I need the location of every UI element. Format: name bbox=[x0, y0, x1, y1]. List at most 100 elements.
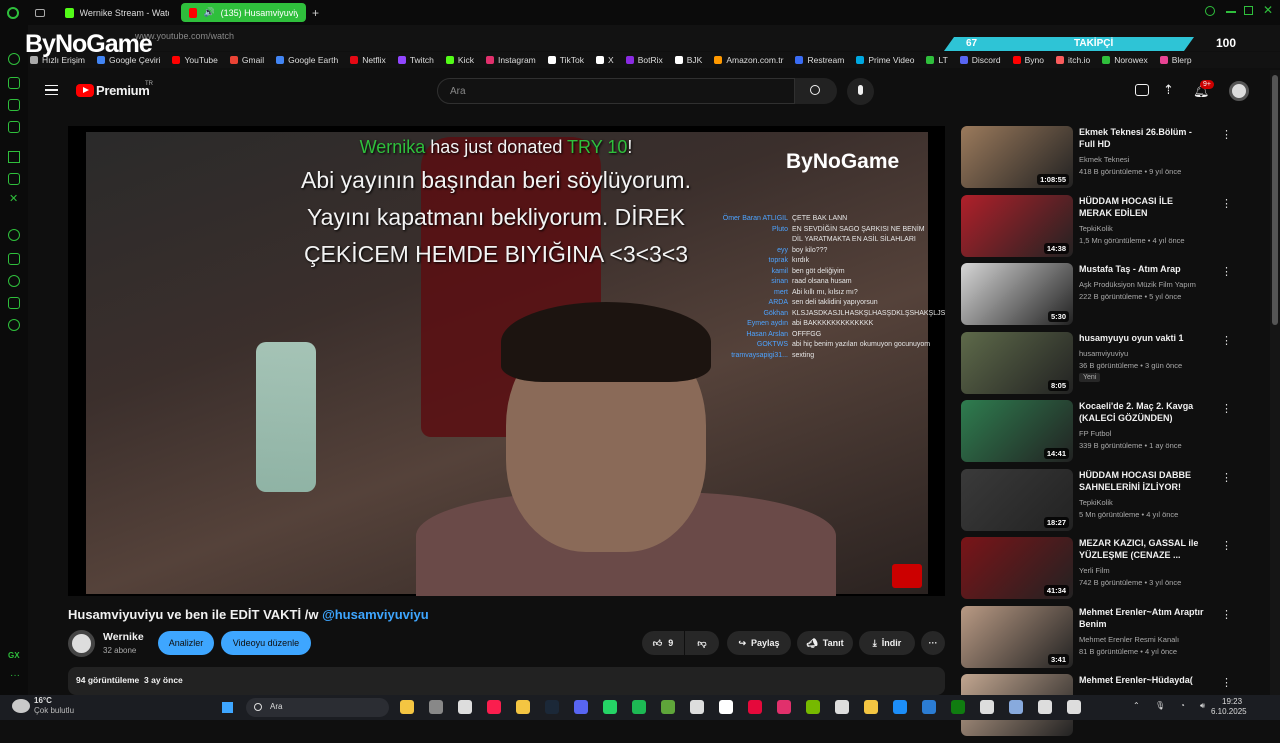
sidebar-instagram-icon[interactable] bbox=[8, 99, 20, 111]
more-options-icon[interactable]: ⋮ bbox=[1221, 265, 1232, 278]
channel-avatar[interactable] bbox=[68, 630, 95, 657]
bookmark-norowex[interactable]: Norowex bbox=[1102, 55, 1148, 65]
more-options-icon[interactable]: ⋮ bbox=[1221, 197, 1232, 210]
tray-chevron-icon[interactable]: ⌃ bbox=[1133, 701, 1140, 710]
recommended-channel[interactable]: Aşk Prodüksiyon Müzik Film Yapım bbox=[1079, 280, 1196, 289]
like-button[interactable]: 👍︎ 9 bbox=[642, 631, 684, 655]
recommended-channel[interactable]: Yerli Film bbox=[1079, 566, 1110, 575]
recommended-channel[interactable]: Ekmek Teknesi bbox=[1079, 155, 1129, 164]
sidebar-x-icon[interactable]: ✕ bbox=[9, 192, 18, 205]
description-box[interactable]: 94 görüntüleme 3 ay önce bbox=[68, 667, 945, 695]
recommended-video[interactable]: 3:41 Mehmet Erenler~Atım Araptır Benim Meh… bbox=[961, 605, 1241, 675]
chatgpt-icon[interactable] bbox=[980, 700, 994, 714]
more-options-icon[interactable]: ⋮ bbox=[1221, 128, 1232, 141]
recommended-title[interactable]: HÜDDAM HOCASI İLE MERAK EDİLEN KONULARDA… bbox=[1079, 195, 1207, 220]
obs-icon[interactable] bbox=[690, 700, 704, 714]
recommended-title[interactable]: Ekmek Teknesi 26.Bölüm - Full HD bbox=[1079, 126, 1207, 150]
recommended-channel[interactable]: TepkiKolik bbox=[1079, 498, 1113, 507]
upload-icon[interactable]: ⇡ bbox=[1163, 82, 1174, 98]
hamburger-menu-icon[interactable] bbox=[45, 85, 58, 95]
edit-video-button[interactable]: Videoyu düzenle bbox=[221, 631, 311, 655]
sidebar-aria-icon[interactable] bbox=[8, 53, 20, 65]
app-teal-icon[interactable] bbox=[922, 700, 936, 714]
tab-youtube-active[interactable]: 🔊 (135) Husamviyuviyu... bbox=[181, 3, 306, 22]
bookmark-itch-io[interactable]: itch.io bbox=[1055, 55, 1090, 65]
analytics-button[interactable]: Analizler bbox=[158, 631, 214, 655]
tray-mic-icon[interactable]: 🎙︎ bbox=[1155, 701, 1165, 710]
recommended-video[interactable]: 1:08:55 Ekmek Teknesi 26.Bölüm - Full HD E… bbox=[961, 126, 1241, 195]
mention-link[interactable]: @husamviyuviyu bbox=[322, 607, 429, 622]
minecraft-icon[interactable] bbox=[661, 700, 675, 714]
video-thumbnail[interactable]: 3:41 bbox=[961, 605, 1073, 668]
bookmark-restream[interactable]: Restream bbox=[795, 55, 844, 65]
sidebar-more-icon[interactable]: ··· bbox=[10, 670, 20, 681]
more-options-icon[interactable]: ⋮ bbox=[1221, 402, 1232, 415]
sidebar-box-icon[interactable] bbox=[8, 297, 20, 309]
tray-volume-icon[interactable]: 🔊︎ bbox=[1200, 701, 1205, 711]
recommended-video[interactable]: 14:38 HÜDDAM HOCASI İLE MERAK EDİLEN KONU… bbox=[961, 194, 1241, 264]
recommended-channel[interactable]: Mehmet Erenler Resmi Kanalı bbox=[1079, 635, 1179, 644]
nvidia-icon[interactable] bbox=[806, 700, 820, 714]
bookmark-instagram[interactable]: Instagram bbox=[485, 55, 536, 65]
capcut2-icon[interactable] bbox=[1067, 700, 1081, 714]
video-player[interactable]: Wernika has just donated TRY 10! Abi yay… bbox=[68, 126, 945, 596]
sidebar-image-icon[interactable] bbox=[8, 121, 20, 133]
sidebar-heart-icon[interactable] bbox=[8, 253, 20, 265]
more-options-icon[interactable]: ⋮ bbox=[1221, 676, 1232, 689]
bookmark-botrix[interactable]: BotRix bbox=[625, 55, 663, 65]
app-yellow-icon[interactable] bbox=[864, 700, 878, 714]
video-frame[interactable]: Wernika has just donated TRY 10! Abi yay… bbox=[86, 132, 945, 596]
opera-gx-icon[interactable] bbox=[487, 700, 501, 714]
recommended-title[interactable]: husamyuyu oyun vakti 1 bbox=[1079, 332, 1207, 344]
recommended-title[interactable]: Mustafa Taş - Atım Arap bbox=[1079, 263, 1207, 275]
more-actions-button[interactable]: ··· bbox=[921, 631, 945, 655]
bookmark-blerp[interactable]: Blerp bbox=[1159, 55, 1192, 65]
tray-network-icon[interactable]: ◔ bbox=[1180, 701, 1185, 710]
video-thumbnail[interactable]: 18:27 bbox=[961, 468, 1073, 531]
recommended-title[interactable]: Mehmet Erenler~Atım Araptır Benim bbox=[1079, 606, 1207, 630]
create-icon[interactable] bbox=[1135, 84, 1149, 96]
clock-time[interactable]: 19:23 bbox=[1222, 697, 1242, 706]
youtube-logo-icon[interactable] bbox=[76, 84, 94, 97]
bookmark-gmail[interactable]: Gmail bbox=[229, 55, 264, 65]
minimize-button[interactable] bbox=[1226, 11, 1236, 13]
bookmark-youtube[interactable]: YouTube bbox=[172, 55, 218, 65]
bookmark-tiktok[interactable]: TikTok bbox=[547, 55, 584, 65]
weather-icon[interactable] bbox=[12, 699, 30, 713]
share-button[interactable]: ↪ Paylaş bbox=[727, 631, 791, 655]
recommended-title[interactable]: HÜDDAM HOCASI DABBE SAHNELERİNİ İZLİYOR! bbox=[1079, 469, 1207, 493]
epic-icon[interactable] bbox=[835, 700, 849, 714]
discord-icon[interactable] bbox=[574, 700, 588, 714]
bookmark-amazon-com-tr[interactable]: Amazon.com.tr bbox=[714, 55, 783, 65]
more-options-icon[interactable]: ⋮ bbox=[1221, 539, 1232, 552]
bookmark-twitch[interactable]: Twitch bbox=[397, 55, 434, 65]
recommended-title[interactable]: Kocaeli'de 2. Maç 2. Kavga (KALECİ GÖZÜN… bbox=[1079, 400, 1207, 424]
youtube-premium-logo[interactable]: Premium bbox=[96, 83, 150, 98]
clock-date[interactable]: 6.10.2025 bbox=[1211, 707, 1247, 716]
bookmark-x[interactable]: X bbox=[596, 55, 614, 65]
recommended-video[interactable]: 14:41 Kocaeli'de 2. Maç 2. Kavga (KALECİ … bbox=[961, 400, 1241, 469]
recommended-video[interactable]: 41:34 MEZAR KAZICI, GASSAL ile YÜZLEŞME (… bbox=[961, 537, 1241, 606]
download-button[interactable]: ⤓ İndir bbox=[859, 631, 915, 655]
bookmark-kick[interactable]: Kick bbox=[445, 55, 474, 65]
recommended-channel[interactable]: TepkiKolik bbox=[1079, 224, 1113, 233]
bookmark-prime-video[interactable]: Prime Video bbox=[856, 55, 914, 65]
tab-manager-icon[interactable] bbox=[35, 8, 45, 17]
recommended-title[interactable]: Mehmet Erenler~Hüdayda( bbox=[1079, 674, 1207, 686]
store-icon[interactable] bbox=[458, 700, 472, 714]
search-input[interactable]: Ara bbox=[437, 78, 795, 104]
copilot-icon[interactable] bbox=[1009, 700, 1023, 714]
bookmark-google-earth[interactable]: Google Earth bbox=[276, 55, 338, 65]
more-options-icon[interactable]: ⋮ bbox=[1221, 471, 1232, 484]
tab-wernike-stream[interactable]: Wernike Stream - Watch L bbox=[57, 3, 177, 22]
capcut-icon[interactable] bbox=[719, 700, 733, 714]
scrollbar-thumb[interactable] bbox=[1272, 75, 1278, 325]
file-explorer-icon[interactable] bbox=[400, 700, 414, 714]
recommended-video[interactable]: 18:27 HÜDDAM HOCASI DABBE SAHNELERİNİ İZL… bbox=[961, 468, 1241, 538]
terminal-icon[interactable] bbox=[1038, 700, 1052, 714]
page-scrollbar[interactable] bbox=[1270, 70, 1280, 695]
sidebar-home-icon[interactable] bbox=[8, 151, 20, 163]
video-thumbnail[interactable]: 14:41 bbox=[961, 400, 1073, 462]
sidebar-twitch-icon[interactable] bbox=[8, 173, 20, 185]
recommended-video[interactable]: 5:30 Mustafa Taş - Atım Arap Aşk Prodüksiy… bbox=[961, 263, 1241, 332]
